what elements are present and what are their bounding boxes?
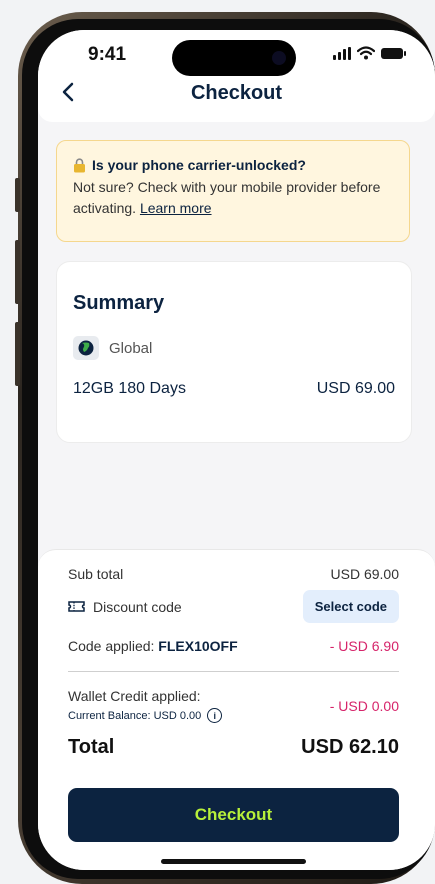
learn-more-link[interactable]: Learn more [140,200,212,216]
code-discount-value: - USD 6.90 [329,638,399,654]
code-applied-label-group: Code applied: FLEX10OFF [68,638,238,654]
divider [68,671,399,672]
checkout-panel: Sub total USD 69.00 Discount code Select… [38,549,435,870]
signal-icon [333,46,351,60]
balance-label: Current Balance: USD 0.00 [68,709,202,722]
subtotal-row: Sub total USD 69.00 [68,566,399,582]
globe-icon [78,340,94,356]
alert-title-text: Is your phone carrier-unlocked? [92,157,306,173]
region-label: Global [109,339,153,357]
total-row: Total USD 62.10 [68,736,399,759]
page-title: Checkout [190,82,283,104]
status-icons [333,46,406,60]
wallet-row: Wallet Credit applied: Current Balance: … [68,688,399,723]
alert-body-text: Not sure? Check with your mobile provide… [73,179,381,216]
screen: Checkout 9:41 Is your phone carrier-unlo… [38,30,435,870]
volume-down-button [15,322,20,386]
checkout-button[interactable]: Checkout [68,788,399,842]
alert-title: Is your phone carrier-unlocked? [73,157,393,173]
discount-label-group: Discount code [68,599,182,615]
globe-icon-box [73,336,99,360]
wallet-label-group: Wallet Credit applied: Current Balance: … [68,688,223,723]
discount-row: Discount code Select code [68,590,399,623]
summary-title: Summary [73,292,165,314]
mute-switch [15,178,20,212]
plan-name: 12GB 180 Days [73,380,186,397]
subtotal-value: USD 69.00 [330,566,399,582]
wifi-icon [357,46,375,60]
status-time: 9:41 [88,44,127,65]
info-icon[interactable]: i [207,708,223,723]
region-row: Global [73,336,152,360]
lock-icon [74,157,85,172]
home-indicator [161,859,306,864]
code-applied-label: Code applied: [68,638,155,654]
subtotal-label: Sub total [68,566,124,582]
balance-row: Current Balance: USD 0.00 i [68,708,223,723]
camera-icon [272,51,286,65]
discount-label: Discount code [93,598,182,615]
plan-row: 12GB 180 Days USD 69.00 [73,380,395,398]
summary-card: Summary Global 12GB 180 Days USD 69.00 [56,261,412,443]
plan-price: USD 69.00 [316,380,395,397]
promo-code: FLEX10OFF [158,638,238,654]
total-value: USD 62.10 [301,736,399,758]
alert-body: Not sure? Check with your mobile provide… [73,177,393,219]
wallet-value: - USD 0.00 [329,698,399,714]
carrier-unlock-alert: Is your phone carrier-unlocked? Not sure… [56,140,410,242]
battery-icon [381,47,406,59]
ticket-icon [68,601,85,612]
dynamic-island [172,40,296,76]
code-applied-row: Code applied: FLEX10OFF - USD 6.90 [68,638,399,654]
wallet-label: Wallet Credit applied: [68,688,201,704]
select-code-button[interactable]: Select code [302,590,399,623]
volume-up-button [15,240,20,304]
total-label: Total [68,736,115,758]
